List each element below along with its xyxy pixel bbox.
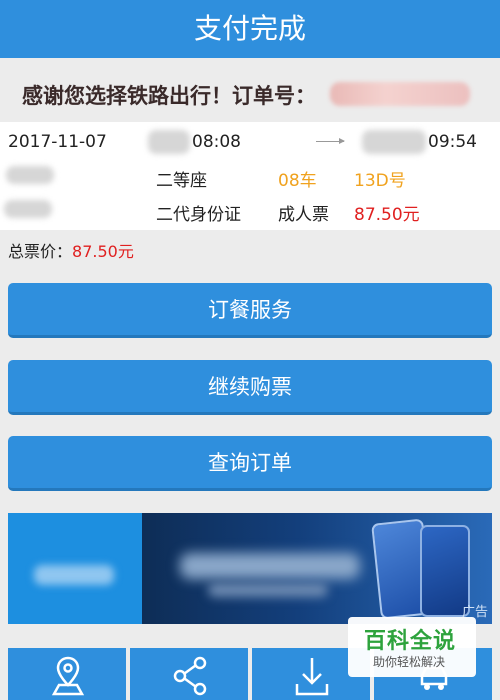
- download-icon: [295, 658, 329, 696]
- arrival-time: 09:54: [428, 132, 477, 152]
- total-value: 87.50元: [72, 242, 134, 261]
- total-price: 总票价：87.50元: [8, 238, 134, 262]
- total-label: 总票价：: [8, 242, 73, 261]
- watermark-subtitle: 助你轻松解决: [373, 655, 446, 669]
- passenger-name-redacted: [6, 166, 54, 184]
- id-number-redacted: [4, 200, 52, 218]
- ticket-price: 87.50元: [354, 205, 420, 225]
- seat-class: 二等座: [156, 171, 207, 191]
- travel-date: 2017-11-07: [8, 132, 107, 152]
- order-number-redacted: [330, 82, 470, 106]
- car-number: 08车: [278, 171, 317, 191]
- advertisement-banner[interactable]: 广告: [8, 513, 492, 624]
- ad-logo-redacted: [34, 565, 114, 585]
- baike-watermark: 百科全说 助你轻松解决: [348, 617, 476, 677]
- thanks-banner: 感谢您选择铁路出行！订单号：: [0, 68, 500, 120]
- query-order-button[interactable]: 查询订单: [8, 436, 492, 491]
- thanks-text: 感谢您选择铁路出行！订单号：: [22, 84, 316, 108]
- page-title: 支付完成: [0, 0, 500, 58]
- ad-subline-redacted: [208, 583, 328, 597]
- arrival-station-redacted: [362, 130, 426, 154]
- departure-station-redacted: [148, 130, 190, 154]
- ticket-type: 成人票: [278, 205, 329, 225]
- share-icon: [173, 656, 207, 696]
- meal-service-button[interactable]: 订餐服务: [8, 283, 492, 338]
- watermark-title: 百科全说: [364, 629, 457, 654]
- ad-headline-redacted: [180, 553, 360, 579]
- map-location-icon: [51, 656, 85, 696]
- share-button[interactable]: [130, 648, 248, 700]
- departure-time: 08:08: [192, 132, 241, 152]
- continue-purchase-button[interactable]: 继续购票: [8, 360, 492, 415]
- seat-number: 13D号: [354, 171, 406, 191]
- id-type: 二代身份证: [156, 205, 241, 225]
- map-location-button[interactable]: [8, 648, 126, 700]
- ticket-card: 2017-11-07 08:08 09:54 二等座 08车 13D号 二代身份…: [0, 122, 500, 230]
- arrow-right-icon: [316, 138, 345, 144]
